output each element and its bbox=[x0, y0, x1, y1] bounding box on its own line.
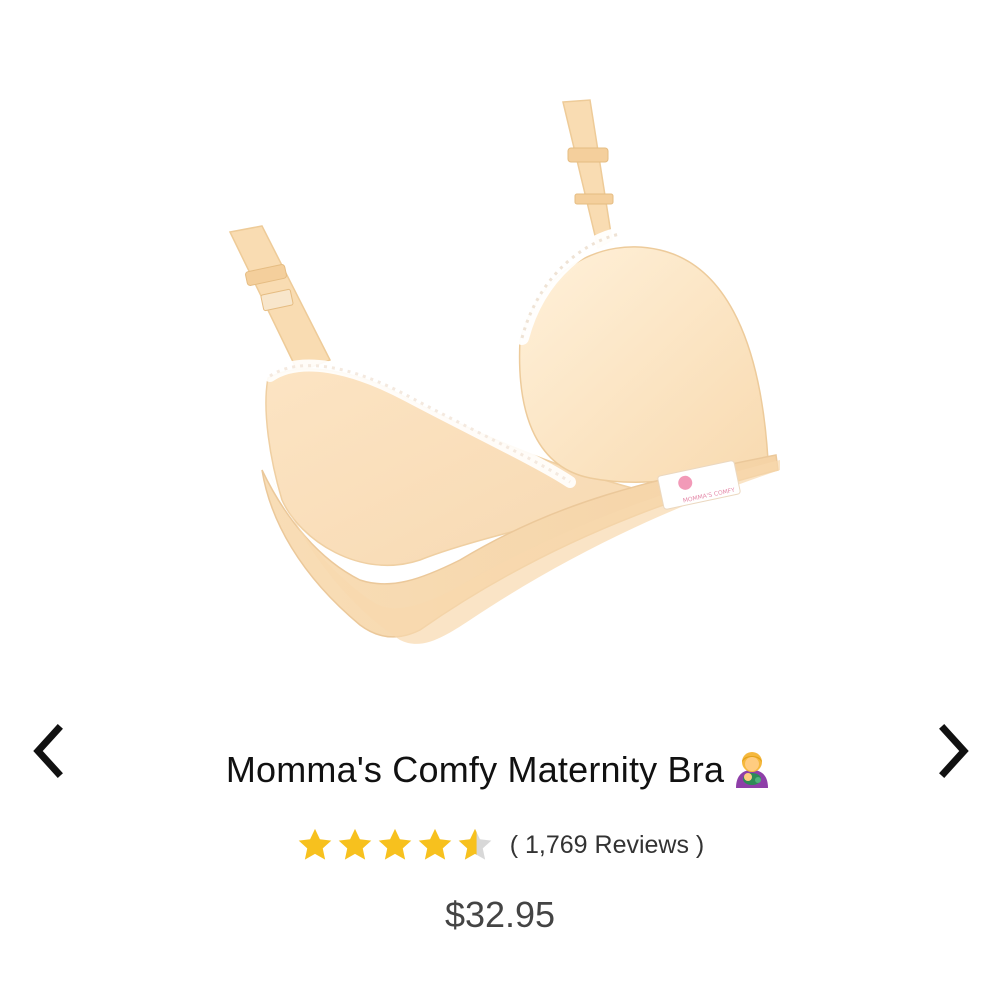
rating-row: ( 1,769 Reviews ) bbox=[0, 826, 1000, 864]
product-title[interactable]: Momma's Comfy Maternity Bra bbox=[226, 749, 724, 791]
star-full-icon bbox=[298, 828, 332, 860]
star-full-icon bbox=[378, 828, 412, 860]
star-rating bbox=[296, 826, 494, 864]
product-price: $32.95 bbox=[444, 894, 556, 935]
star-full-icon bbox=[418, 828, 452, 860]
product-image[interactable]: MOMMA'S COMFY bbox=[200, 80, 800, 670]
product-title-row: Momma's Comfy Maternity Bra bbox=[0, 748, 1000, 792]
product-carousel-page: MOMMA'S COMFY Momma's Comfy Maternity Br… bbox=[0, 0, 1000, 1000]
reviews-count-link[interactable]: ( 1,769 Reviews ) bbox=[510, 831, 705, 860]
star-half-icon bbox=[458, 828, 492, 860]
star-full-icon bbox=[338, 828, 372, 860]
woman-feeding-baby-icon bbox=[736, 752, 769, 788]
